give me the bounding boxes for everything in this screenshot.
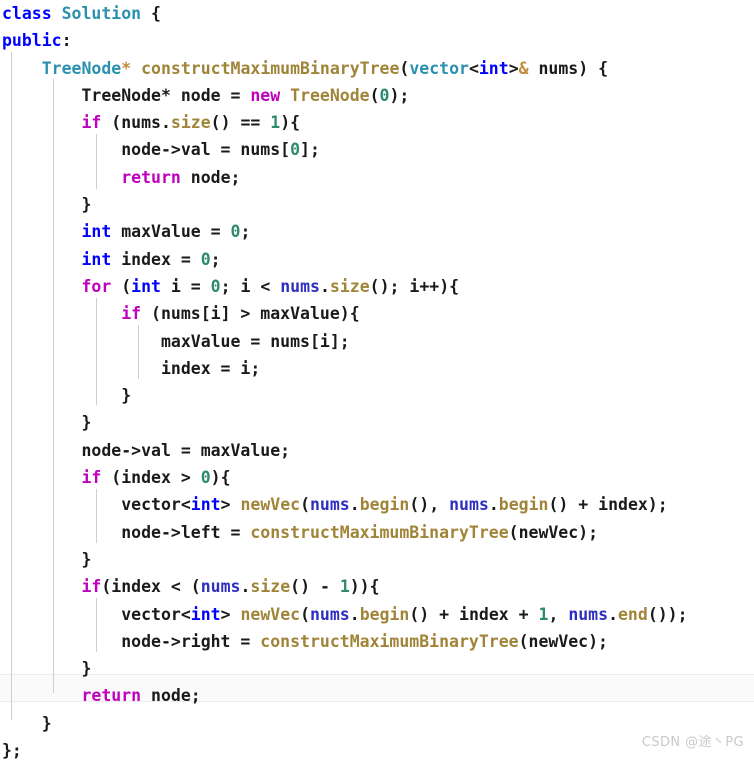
code-line[interactable]: vector<int> newVec(nums.begin() + index … bbox=[0, 601, 754, 628]
code-line[interactable]: node->val = maxValue; bbox=[0, 437, 754, 464]
code-content[interactable]: class Solution {public: TreeNode* constr… bbox=[0, 0, 754, 764]
code-line[interactable]: index = i; bbox=[0, 355, 754, 382]
code-line[interactable]: } bbox=[0, 655, 754, 682]
code-line[interactable]: } bbox=[0, 546, 754, 573]
code-line[interactable]: TreeNode* node = new TreeNode(0); bbox=[0, 82, 754, 109]
code-line[interactable]: }; bbox=[0, 737, 754, 764]
code-line[interactable]: if(index < (nums.size() - 1)){ bbox=[0, 573, 754, 600]
code-line[interactable]: } bbox=[0, 191, 754, 218]
code-line[interactable]: public: bbox=[0, 27, 754, 54]
code-editor[interactable]: class Solution {public: TreeNode* constr… bbox=[0, 0, 754, 760]
code-line[interactable]: node->right = constructMaximumBinaryTree… bbox=[0, 628, 754, 655]
code-line[interactable]: if (nums.size() == 1){ bbox=[0, 109, 754, 136]
code-line[interactable]: maxValue = nums[i]; bbox=[0, 328, 754, 355]
csdn-watermark: CSDN @途丶PG bbox=[641, 735, 744, 750]
code-line[interactable]: if (nums[i] > maxValue){ bbox=[0, 300, 754, 327]
code-line[interactable]: int index = 0; bbox=[0, 246, 754, 273]
code-line[interactable]: } bbox=[0, 710, 754, 737]
code-line[interactable]: int maxValue = 0; bbox=[0, 218, 754, 245]
code-line[interactable]: } bbox=[0, 409, 754, 436]
code-line[interactable]: class Solution { bbox=[0, 0, 754, 27]
code-line[interactable]: vector<int> newVec(nums.begin(), nums.be… bbox=[0, 491, 754, 518]
code-line[interactable]: TreeNode* constructMaximumBinaryTree(vec… bbox=[0, 55, 754, 82]
code-line[interactable]: node->val = nums[0]; bbox=[0, 136, 754, 163]
code-line[interactable]: return node; bbox=[0, 682, 754, 709]
code-line[interactable]: return node; bbox=[0, 164, 754, 191]
code-line[interactable]: node->left = constructMaximumBinaryTree(… bbox=[0, 519, 754, 546]
code-line[interactable]: for (int i = 0; i < nums.size(); i++){ bbox=[0, 273, 754, 300]
code-line[interactable]: if (index > 0){ bbox=[0, 464, 754, 491]
code-line[interactable]: } bbox=[0, 382, 754, 409]
